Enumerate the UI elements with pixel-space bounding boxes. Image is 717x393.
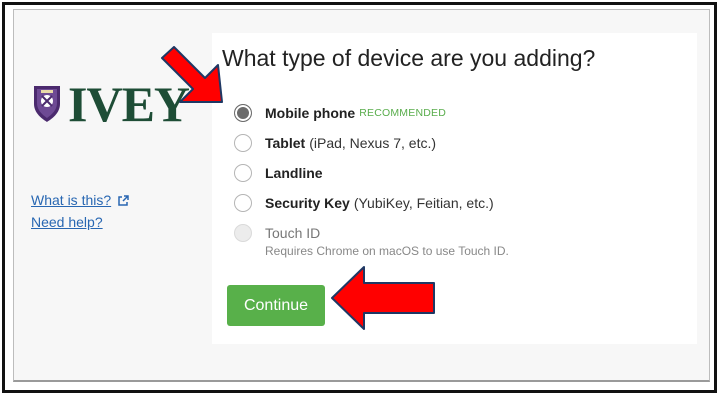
option-detail: (iPad, Nexus 7, etc.): [309, 135, 437, 151]
option-security-key[interactable]: Security Key (YubiKey, Feitian, etc.): [234, 192, 494, 214]
radio-landline[interactable]: [234, 164, 252, 182]
recommended-badge: RECOMMENDED: [359, 107, 447, 119]
need-help-link[interactable]: Need help?: [31, 211, 129, 233]
sidebar-links: What is this? Need help?: [31, 189, 129, 233]
red-arrow-to-continue-icon: [331, 266, 435, 330]
ivey-crest-icon: [34, 86, 60, 122]
option-tablet[interactable]: Tablet (iPad, Nexus 7, etc.): [234, 132, 436, 154]
device-type-panel: What type of device are you adding? Mobi…: [212, 33, 697, 344]
screenshot-frame: IVEY What is this? Need help? What type …: [2, 2, 717, 393]
option-label: Touch ID: [265, 225, 321, 241]
radio-security-key[interactable]: [234, 194, 252, 212]
radio-tablet[interactable]: [234, 134, 252, 152]
option-label: Mobile phone: [265, 105, 356, 121]
radio-touch-id: [234, 224, 252, 242]
option-mobile-phone[interactable]: Mobile phone RECOMMENDED: [234, 102, 446, 124]
option-label: Landline: [265, 165, 323, 181]
option-label: Security Key: [265, 195, 350, 211]
touch-id-hint: Requires Chrome on macOS to use Touch ID…: [265, 244, 509, 258]
option-label: Tablet: [265, 135, 306, 151]
red-arrow-to-mobile-icon: [161, 46, 223, 103]
option-landline[interactable]: Landline: [234, 162, 323, 184]
what-is-this-label: What is this?: [31, 192, 112, 208]
option-touch-id: Touch ID: [234, 222, 320, 244]
what-is-this-link[interactable]: What is this?: [31, 189, 129, 211]
radio-mobile-phone[interactable]: [234, 104, 252, 122]
option-detail: (YubiKey, Feitian, etc.): [353, 195, 494, 211]
continue-button[interactable]: Continue: [227, 285, 325, 326]
page-title: What type of device are you adding?: [222, 45, 596, 71]
external-link-icon: [118, 195, 129, 207]
